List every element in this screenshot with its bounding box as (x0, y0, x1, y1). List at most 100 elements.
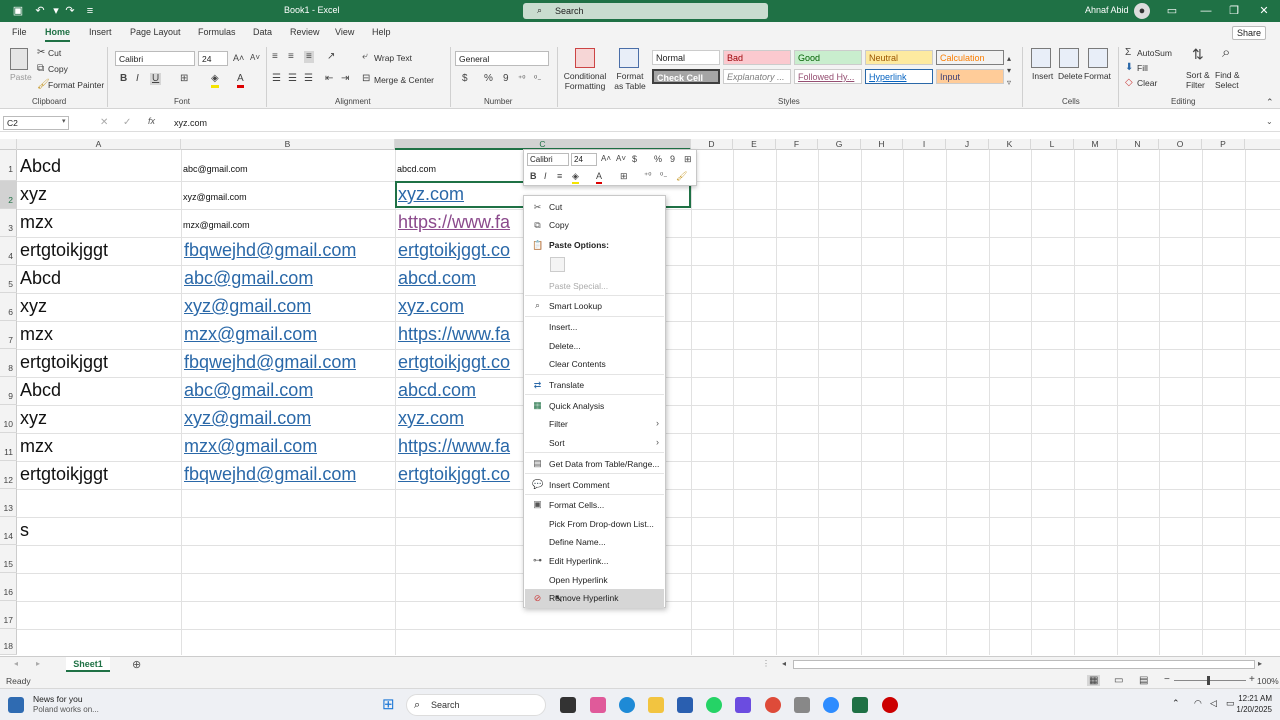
cell-b3[interactable]: mzx@gmail.com (183, 220, 250, 230)
borders-icon[interactable]: ⊞ (180, 73, 188, 85)
name-box-dropdown-icon[interactable]: ▾ (62, 117, 66, 125)
font-name-select[interactable]: Calibri (115, 51, 195, 66)
cell-a1[interactable]: Abcd (20, 156, 61, 177)
merge-center-button[interactable]: Merge & Center (374, 75, 434, 85)
align-bottom-icon[interactable]: ≡ (304, 51, 314, 63)
column-header[interactable]: N (1117, 139, 1159, 150)
cell-b2[interactable]: xyz@gmail.com (183, 192, 247, 202)
font-color-icon[interactable]: A (237, 73, 244, 88)
clear-button[interactable]: Clear (1137, 78, 1157, 88)
mini-increase-font-icon[interactable]: A˄ (601, 153, 611, 165)
recorder-icon[interactable] (882, 697, 898, 713)
wifi-icon[interactable]: ◠ (1194, 698, 1202, 709)
style-check-cell[interactable]: Check Cell (652, 69, 720, 84)
row-header[interactable]: 11 (0, 433, 17, 461)
delete-cells-button[interactable]: Delete (1058, 71, 1083, 81)
normal-view-icon[interactable]: ▦ (1087, 675, 1101, 686)
cell-b11[interactable]: mzx@gmail.com (184, 436, 317, 457)
mini-fill-color-icon[interactable]: ◈ (572, 170, 579, 184)
cancel-entry-icon[interactable]: ✕ (100, 117, 108, 128)
collapse-ribbon-icon[interactable]: ⌃ (1266, 96, 1274, 108)
column-header[interactable]: K (989, 139, 1031, 150)
cell-a11[interactable]: mzx (20, 436, 53, 457)
mini-align-icon[interactable]: ≡ (557, 170, 562, 182)
cell-c1[interactable]: abcd.com (397, 164, 436, 174)
copilot-icon[interactable] (590, 697, 606, 713)
windows-start-icon[interactable]: ⊞ (382, 697, 398, 713)
conditional-formatting-button[interactable]: Conditional Formatting (563, 71, 607, 91)
add-sheet-icon[interactable]: ⊕ (132, 658, 141, 671)
menu-insert-comment[interactable]: Insert Comment (549, 480, 609, 490)
column-header[interactable]: J (946, 139, 989, 150)
fill-color-icon[interactable]: ◈ (211, 73, 219, 88)
align-right-icon[interactable]: ☰ (304, 73, 313, 85)
row-header[interactable]: 1 (0, 150, 17, 181)
cell-b7[interactable]: mzx@gmail.com (184, 324, 317, 345)
cell-b6[interactable]: xyz@gmail.com (184, 296, 311, 317)
column-header[interactable]: E (733, 139, 776, 150)
menu-quick-analysis[interactable]: Quick Analysis (549, 401, 604, 411)
undo-icon[interactable]: ↶ (32, 3, 48, 19)
excel-taskbar-icon[interactable] (852, 697, 868, 713)
store-icon[interactable] (677, 697, 693, 713)
cell-b8[interactable]: fbqwejhd@gmail.com (184, 352, 356, 373)
clock-time[interactable]: 12:21 AM (1232, 694, 1272, 703)
align-left-icon[interactable]: ☰ (272, 73, 281, 85)
news-title[interactable]: News for you (33, 694, 83, 704)
cell-a9[interactable]: Abcd (20, 380, 61, 401)
more-options-icon[interactable]: ⋮ (762, 659, 770, 668)
column-header[interactable]: G (818, 139, 861, 150)
align-top-icon[interactable]: ≡ (272, 51, 278, 63)
cell-a7[interactable]: mzx (20, 324, 53, 345)
increase-decimal-icon[interactable]: ⁺⁰ (518, 73, 525, 85)
format-cells-button[interactable]: Format (1084, 71, 1111, 81)
row-header[interactable]: 4 (0, 237, 17, 265)
customize-qat-icon[interactable]: ≡ (82, 3, 98, 19)
mini-percent-icon[interactable]: % (654, 153, 662, 165)
menu-clear-contents[interactable]: Clear Contents (549, 359, 606, 369)
tab-insert[interactable]: Insert (89, 27, 112, 37)
column-header[interactable]: D (691, 139, 733, 150)
cell-c3[interactable]: https://www.fa (398, 212, 524, 233)
row-header[interactable]: 14 (0, 517, 17, 545)
zoom-slider-thumb[interactable] (1207, 676, 1210, 685)
news-widget-icon[interactable] (8, 697, 24, 713)
cell-c11[interactable]: https://www.fa (398, 436, 524, 457)
menu-smart-lookup[interactable]: Smart Lookup (549, 301, 602, 311)
redo-icon[interactable]: ↷ (62, 3, 78, 19)
mini-decrease-decimal-icon[interactable]: ⁰₋ (660, 170, 667, 182)
menu-translate[interactable]: Translate (549, 380, 584, 390)
decrease-font-icon[interactable]: A˅ (250, 52, 260, 64)
file-explorer-icon[interactable] (648, 697, 664, 713)
orientation-icon[interactable]: ↗ (327, 51, 335, 63)
style-good[interactable]: Good (794, 50, 862, 65)
cell-a12[interactable]: ertgtoikjggt (20, 464, 108, 485)
style-normal[interactable]: Normal (652, 50, 720, 65)
page-break-view-icon[interactable]: ▤ (1139, 675, 1148, 686)
mini-font-size[interactable]: 24 (571, 153, 597, 166)
menu-delete[interactable]: Delete... (549, 341, 581, 351)
expand-formula-icon[interactable]: ⌄ (1266, 117, 1273, 126)
save-icon[interactable]: ▣ (10, 3, 26, 19)
tab-formulas[interactable]: Formulas (198, 27, 236, 37)
style-bad[interactable]: Bad (723, 50, 791, 65)
tab-home[interactable]: Home (45, 27, 71, 42)
cell-a2[interactable]: xyz (20, 184, 47, 205)
confirm-entry-icon[interactable]: ✓ (123, 117, 131, 128)
row-header[interactable]: 12 (0, 461, 17, 489)
format-as-table-button[interactable]: Format as Table (612, 71, 648, 91)
cell-c8[interactable]: ertgtoikjggt.co (398, 352, 524, 373)
menu-edit-hyperlink[interactable]: Edit Hyperlink... (549, 556, 609, 566)
menu-open-hyperlink[interactable]: Open Hyperlink (549, 575, 608, 585)
tab-data[interactable]: Data (253, 27, 272, 37)
cell-a3[interactable]: mzx (20, 212, 53, 233)
menu-insert[interactable]: Insert... (549, 322, 577, 332)
column-header[interactable]: M (1074, 139, 1117, 150)
find-select-button[interactable]: Find & Select (1215, 70, 1251, 90)
column-header[interactable]: I (903, 139, 946, 150)
autosum-button[interactable]: AutoSum (1137, 48, 1172, 58)
cell-c12[interactable]: ertgtoikjggt.co (398, 464, 524, 485)
scroll-right-icon[interactable]: ▸ (1258, 659, 1262, 668)
row-header[interactable]: 13 (0, 489, 17, 517)
currency-button[interactable]: $ (462, 73, 468, 85)
